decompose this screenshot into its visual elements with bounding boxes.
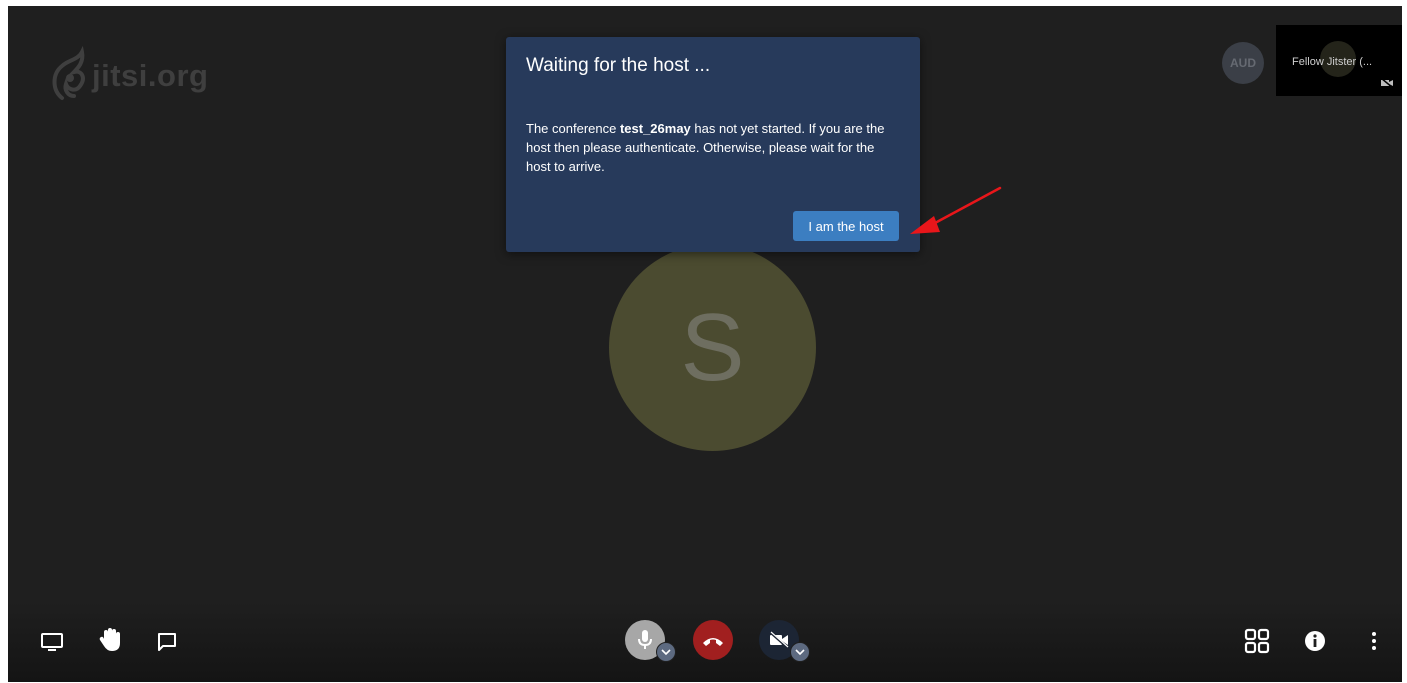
tile-view-icon <box>1244 628 1270 654</box>
info-icon <box>1305 631 1325 651</box>
raise-hand-icon <box>99 628 120 651</box>
more-options-icon <box>1372 632 1376 650</box>
camera-options-button[interactable] <box>790 642 810 662</box>
conference-stage: jitsi.org S AUD Fellow Jitster (... Wait… <box>8 6 1402 682</box>
brand-name: jitsi.org <box>92 58 209 93</box>
chevron-down-icon <box>795 649 805 656</box>
camera-off-icon <box>769 631 789 649</box>
hangup-button[interactable] <box>693 620 733 660</box>
dialog-message: The conference test_26may has not yet st… <box>526 119 900 176</box>
waiting-for-host-dialog: Waiting for the host ... The conference … <box>506 37 920 252</box>
tile-view-button[interactable] <box>1242 626 1272 656</box>
dialog-message-prefix: The conference <box>526 121 620 136</box>
i-am-the-host-button[interactable]: I am the host <box>793 211 899 241</box>
microphone-options-button[interactable] <box>656 642 676 662</box>
participant-avatar: S <box>609 244 816 451</box>
chat-button[interactable] <box>153 628 181 656</box>
chat-icon <box>158 633 176 651</box>
jitsi-logo-icon <box>52 45 85 100</box>
remote-thumbnail[interactable]: Fellow Jitster (... <box>1276 25 1402 96</box>
bottom-toolbar <box>8 602 1402 682</box>
microphone-icon <box>638 630 652 649</box>
participant-initial: S <box>680 293 745 401</box>
conference-name: test_26may <box>619 121 691 136</box>
annotation-arrow <box>910 186 1002 234</box>
audio-badge: AUD <box>1222 42 1264 84</box>
hangup-icon <box>703 638 723 646</box>
more-options-button[interactable] <box>1364 628 1384 654</box>
jitsi-logo[interactable]: jitsi.org <box>48 44 208 108</box>
screen-share-icon <box>41 633 63 651</box>
dialog-title: Waiting for the host ... <box>526 55 711 76</box>
raise-hand-button[interactable] <box>96 626 124 654</box>
camera-off-icon <box>1380 78 1394 88</box>
chevron-down-icon <box>661 649 671 656</box>
screen-share-button[interactable] <box>38 628 66 656</box>
remote-name: Fellow Jitster (... <box>1292 56 1373 68</box>
info-button[interactable] <box>1302 628 1328 654</box>
